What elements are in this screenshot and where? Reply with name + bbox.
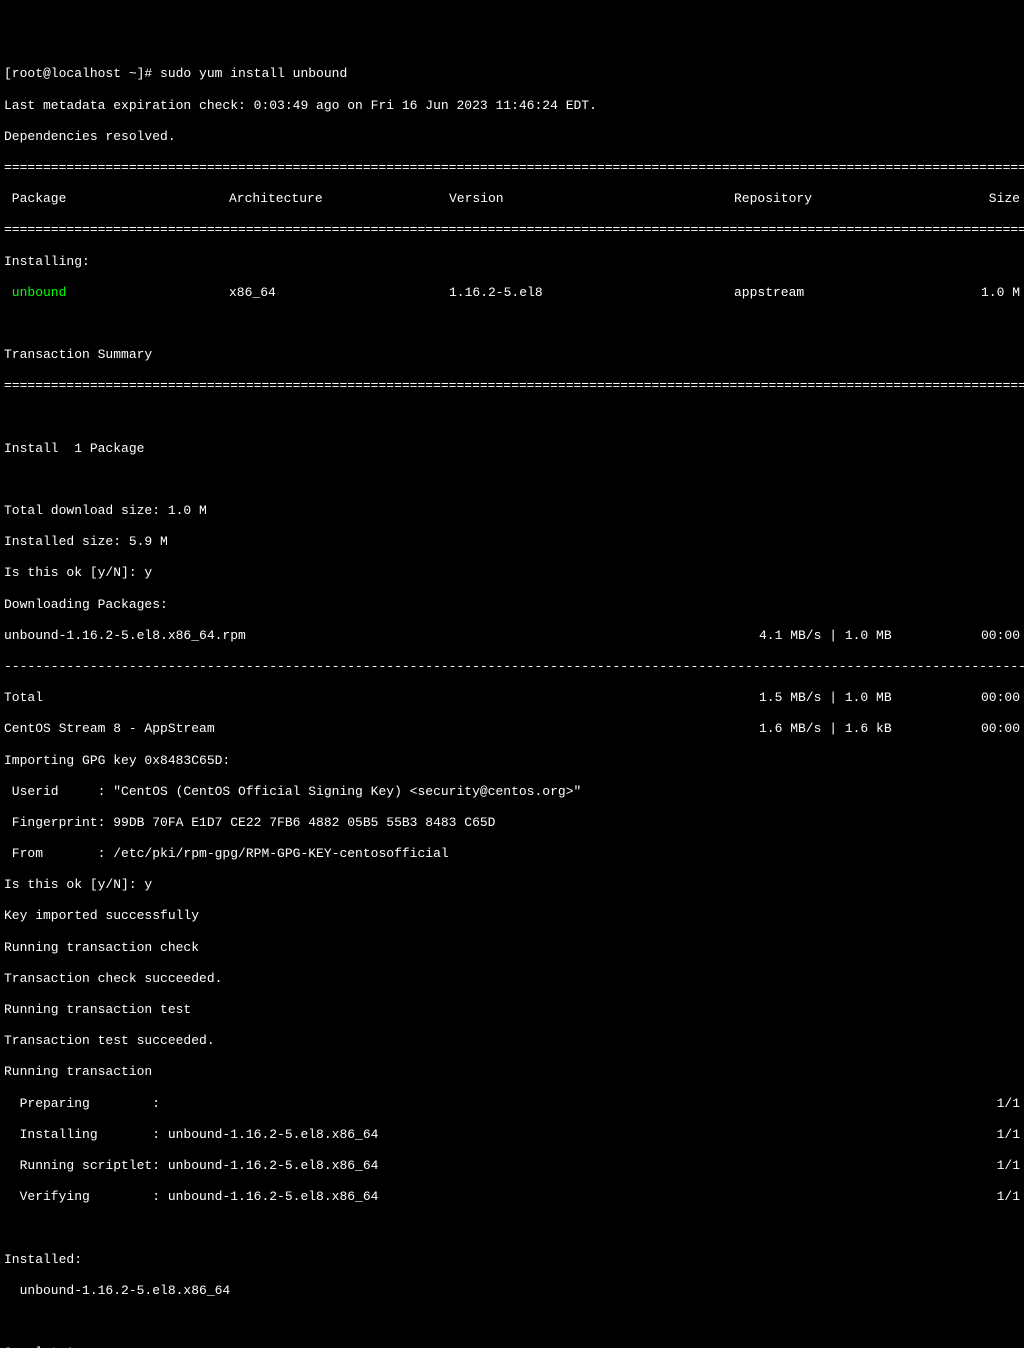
confirm-prompt-1: Is this ok [y/N]: y: [4, 565, 1024, 581]
command-line: [root@localhost ~]# sudo yum install unb…: [4, 66, 1024, 82]
transaction-summary: Transaction Summary: [4, 347, 1024, 363]
total-row: Total1.5 MB/s | 1.0 MB00:00: [4, 690, 1020, 706]
running-check: Running transaction check: [4, 940, 1024, 956]
step-installing-progress: 1/1: [997, 1127, 1020, 1143]
total-time: 00:00: [904, 690, 1020, 706]
pkg-version: 1.16.2-5.el8: [449, 285, 734, 301]
total-download-size: Total download size: 1.0 M: [4, 503, 1024, 519]
gpg-fingerprint: Fingerprint: 99DB 70FA E1D7 CE22 7FB6 48…: [4, 815, 1024, 831]
installed-label: Installed:: [4, 1252, 1024, 1268]
pkg-name: unbound: [4, 285, 229, 301]
centos-label: CentOS Stream 8 - AppStream: [4, 721, 759, 737]
prompt: [root@localhost ~]#: [4, 66, 160, 81]
pkg-size: 1.0 M: [954, 285, 1020, 301]
total-speed: 1.5 MB/s | 1.0 MB: [759, 690, 904, 706]
test-succeeded: Transaction test succeeded.: [4, 1033, 1024, 1049]
confirm-prompt-2: Is this ok [y/N]: y: [4, 877, 1024, 893]
command-text: sudo yum install unbound: [160, 66, 347, 81]
total-label: Total: [4, 690, 759, 706]
step-scriptlet-progress: 1/1: [997, 1158, 1020, 1174]
running-transaction: Running transaction: [4, 1064, 1024, 1080]
header-package: Package: [4, 191, 229, 207]
download-speed: 4.1 MB/s | 1.0 MB: [759, 628, 904, 644]
check-succeeded: Transaction check succeeded.: [4, 971, 1024, 987]
centos-stream-row: CentOS Stream 8 - AppStream1.6 MB/s | 1.…: [4, 721, 1020, 737]
step-preparing: Preparing :1/1: [4, 1096, 1020, 1112]
separator-download: ----------------------------------------…: [4, 659, 1024, 675]
step-preparing-progress: 1/1: [997, 1096, 1020, 1112]
gpg-from: From : /etc/pki/rpm-gpg/RPM-GPG-KEY-cent…: [4, 846, 1024, 862]
installed-package: unbound-1.16.2-5.el8.x86_64: [4, 1283, 1024, 1299]
step-scriptlet-label: Running scriptlet: unbound-1.16.2-5.el8.…: [4, 1158, 997, 1174]
gpg-import: Importing GPG key 0x8483C65D:: [4, 753, 1024, 769]
pkg-repo: appstream: [734, 285, 954, 301]
blank-line: [4, 1220, 1024, 1236]
package-row: unboundx86_641.16.2-5.el8appstream1.0 M: [4, 285, 1020, 301]
step-installing: Installing : unbound-1.16.2-5.el8.x86_64…: [4, 1127, 1020, 1143]
separator-header: ========================================…: [4, 222, 1024, 238]
blank-line: [4, 316, 1024, 332]
centos-time: 00:00: [904, 721, 1020, 737]
step-verifying-label: Verifying : unbound-1.16.2-5.el8.x86_64: [4, 1189, 997, 1205]
step-verifying-progress: 1/1: [997, 1189, 1020, 1205]
blank-line: [4, 1314, 1024, 1330]
header-version: Version: [449, 191, 734, 207]
pkg-arch: x86_64: [229, 285, 449, 301]
step-verifying: Verifying : unbound-1.16.2-5.el8.x86_641…: [4, 1189, 1020, 1205]
gpg-userid: Userid : "CentOS (CentOS Official Signin…: [4, 784, 1024, 800]
install-count: Install 1 Package: [4, 441, 1024, 457]
header-repo: Repository: [734, 191, 954, 207]
step-installing-label: Installing : unbound-1.16.2-5.el8.x86_64: [4, 1127, 997, 1143]
installing-label: Installing:: [4, 254, 1024, 270]
running-test: Running transaction test: [4, 1002, 1024, 1018]
download-time: 00:00: [904, 628, 1020, 644]
download-file: unbound-1.16.2-5.el8.x86_64.rpm: [4, 628, 759, 644]
step-preparing-label: Preparing :: [4, 1096, 997, 1112]
centos-speed: 1.6 MB/s | 1.6 kB: [759, 721, 904, 737]
header-size: Size: [954, 191, 1020, 207]
step-scriptlet: Running scriptlet: unbound-1.16.2-5.el8.…: [4, 1158, 1020, 1174]
separator-top: ========================================…: [4, 160, 1024, 176]
blank-line: [4, 409, 1024, 425]
installed-size: Installed size: 5.9 M: [4, 534, 1024, 550]
blank-line: [4, 472, 1024, 488]
download-row: unbound-1.16.2-5.el8.x86_64.rpm4.1 MB/s …: [4, 628, 1020, 644]
table-header-row: PackageArchitectureVersionRepositorySize: [4, 191, 1020, 207]
deps-resolved: Dependencies resolved.: [4, 129, 1024, 145]
complete: Complete!: [4, 1345, 1024, 1348]
downloading-packages: Downloading Packages:: [4, 597, 1024, 613]
separator-summary: ========================================…: [4, 378, 1024, 394]
key-imported: Key imported successfully: [4, 908, 1024, 924]
metadata-check: Last metadata expiration check: 0:03:49 …: [4, 98, 1024, 114]
header-arch: Architecture: [229, 191, 449, 207]
